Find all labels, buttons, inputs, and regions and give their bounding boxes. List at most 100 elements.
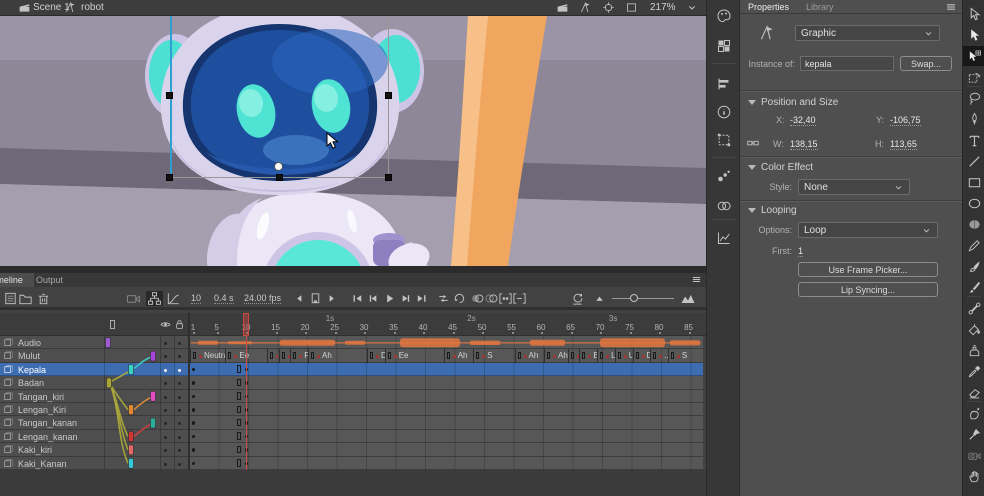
pin-tool[interactable] bbox=[963, 424, 984, 444]
layer-visibility-dot[interactable] bbox=[164, 436, 167, 439]
h-value[interactable]: 113,65 bbox=[890, 139, 917, 150]
instance-name-field[interactable]: kepala bbox=[800, 56, 894, 71]
mouth-keyframe-segment[interactable]: Neutral bbox=[190, 349, 225, 362]
modify-markers-icon[interactable] bbox=[512, 291, 527, 306]
mouth-keyframe-segment[interactable]: F bbox=[290, 349, 308, 362]
tab-properties[interactable]: Properties bbox=[748, 2, 789, 12]
eyedropper-tool[interactable] bbox=[963, 361, 984, 381]
timeline-ruler[interactable]: 1s2s3s1510152025303540455055606570758085 bbox=[190, 313, 706, 336]
brush-library-panel-icon[interactable] bbox=[716, 168, 732, 184]
layer-lock-dot[interactable] bbox=[178, 342, 181, 345]
selection-handle-bottom-left[interactable] bbox=[166, 174, 173, 181]
layer-visibility-dot[interactable] bbox=[164, 382, 167, 385]
layer-visibility-dot[interactable] bbox=[164, 355, 167, 358]
text-tool[interactable] bbox=[963, 130, 984, 150]
scene-clapperboard-icon[interactable] bbox=[18, 1, 31, 14]
edit-multiple-frames-icon[interactable] bbox=[498, 291, 513, 306]
layer-lock-dot[interactable] bbox=[178, 382, 181, 385]
hand-tool[interactable] bbox=[963, 466, 984, 486]
align-panel-icon[interactable] bbox=[716, 76, 732, 92]
layer-lock-dot[interactable] bbox=[178, 463, 181, 466]
next-marker-icon[interactable] bbox=[324, 291, 339, 306]
mouth-keyframe-segment[interactable]: M bbox=[568, 349, 580, 362]
bone-tool[interactable] bbox=[963, 298, 984, 318]
camera-icon[interactable] bbox=[126, 291, 141, 306]
mouth-keyframe-segment[interactable]: Ah bbox=[444, 349, 474, 362]
graph-view-icon[interactable] bbox=[166, 291, 181, 306]
swatches-panel-icon[interactable] bbox=[716, 38, 732, 54]
edit-symbols-menu-icon[interactable] bbox=[579, 1, 592, 14]
frame-row-kaki_kiri[interactable] bbox=[190, 443, 703, 456]
style-dropdown[interactable]: None bbox=[798, 179, 910, 195]
looping-header[interactable]: Looping bbox=[748, 205, 797, 216]
frame-row-badan[interactable] bbox=[190, 376, 703, 389]
layer-visibility-dot[interactable] bbox=[164, 396, 167, 399]
timeline-panel-menu-icon[interactable] bbox=[690, 273, 703, 286]
transform-panel-icon[interactable] bbox=[716, 132, 732, 148]
mouth-keyframe-segment[interactable]: S bbox=[668, 349, 703, 362]
info-panel-icon[interactable] bbox=[716, 104, 732, 120]
new-layer-icon[interactable] bbox=[3, 291, 18, 306]
play-icon[interactable] bbox=[382, 291, 397, 306]
ink-bottle-tool[interactable] bbox=[963, 340, 984, 360]
prev-frame-icon[interactable] bbox=[366, 291, 381, 306]
layer-visibility-dot[interactable] bbox=[164, 463, 167, 466]
new-folder-icon[interactable] bbox=[18, 291, 33, 306]
symbol-type-dropdown[interactable]: Graphic bbox=[795, 25, 940, 41]
mouth-keyframe-segment[interactable]: E bbox=[579, 349, 597, 362]
selection-handle-right[interactable] bbox=[385, 92, 392, 99]
subselection-tool[interactable] bbox=[963, 25, 984, 45]
paint-brush-tool[interactable] bbox=[963, 256, 984, 276]
asset-warp-tool[interactable] bbox=[963, 46, 984, 66]
mouth-keyframe-segment[interactable]: Ah bbox=[308, 349, 367, 362]
frame-picker-panel-icon[interactable] bbox=[716, 230, 732, 246]
layer-lock-dot[interactable] bbox=[178, 436, 181, 439]
playhead[interactable] bbox=[243, 313, 249, 470]
parent-view-icon[interactable] bbox=[146, 291, 163, 306]
layer-lock-dot[interactable] bbox=[178, 449, 181, 452]
center-stage-icon[interactable] bbox=[602, 1, 615, 14]
first-frame-value[interactable]: 1 bbox=[798, 246, 803, 257]
timeline-zoom-knob[interactable] bbox=[630, 294, 638, 302]
last-frame-icon[interactable] bbox=[414, 291, 429, 306]
selection-handle-left[interactable] bbox=[166, 92, 173, 99]
playhead-marker[interactable] bbox=[243, 313, 249, 336]
mouth-keyframe-segment[interactable]: L bbox=[597, 349, 615, 362]
color-effect-header[interactable]: Color Effect bbox=[748, 162, 813, 173]
frame-row-mulut[interactable]: NeutralEeDEFAhDEeAhSAhAhMELUhD..S bbox=[190, 349, 703, 362]
use-frame-picker-button[interactable]: Use Frame Picker... bbox=[798, 262, 938, 277]
frame-row-tangan_kanan[interactable] bbox=[190, 416, 703, 429]
tab-timeline[interactable]: Timeline bbox=[0, 273, 34, 287]
frame-row-tangan_kiri[interactable] bbox=[190, 390, 703, 403]
clapperboard-menu-icon[interactable] bbox=[556, 1, 569, 14]
zoom-out-timeline-icon[interactable] bbox=[592, 291, 607, 306]
free-transform-tool[interactable] bbox=[963, 67, 984, 87]
asset-sculpt-tool[interactable] bbox=[963, 403, 984, 423]
clip-content-icon[interactable] bbox=[625, 1, 638, 14]
frame-row-lengan_kiri[interactable] bbox=[190, 403, 703, 416]
next-frame-icon[interactable] bbox=[398, 291, 413, 306]
selection-handle-bottom-center[interactable] bbox=[276, 174, 283, 181]
elapsed-time-value[interactable]: 0.4 s bbox=[214, 293, 234, 304]
parent-column-header-icon[interactable] bbox=[106, 318, 119, 331]
rectangle-tool[interactable] bbox=[963, 172, 984, 192]
current-frame-value[interactable]: 10 bbox=[191, 293, 201, 304]
properties-panel-menu-icon[interactable] bbox=[944, 0, 958, 14]
mouth-keyframe-segment[interactable]: Ee bbox=[385, 349, 444, 362]
pen-tool[interactable] bbox=[963, 109, 984, 129]
layer-visibility-dot[interactable] bbox=[164, 369, 167, 372]
y-value[interactable]: -106,75 bbox=[890, 115, 921, 126]
layer-visibility-dot[interactable] bbox=[164, 422, 167, 425]
layer-lock-dot[interactable] bbox=[178, 409, 181, 412]
paint-bucket-tool[interactable] bbox=[963, 319, 984, 339]
edit-symbol-icon[interactable] bbox=[64, 1, 77, 14]
flip-frames-icon[interactable] bbox=[436, 291, 451, 306]
position-size-header[interactable]: Position and Size bbox=[748, 97, 838, 108]
loop-options-dropdown[interactable]: Loop bbox=[798, 222, 938, 238]
eraser-tool[interactable] bbox=[963, 382, 984, 402]
onion-outline-icon[interactable] bbox=[484, 291, 499, 306]
classic-brush-tool[interactable] bbox=[963, 277, 984, 297]
color-panel-icon[interactable] bbox=[716, 8, 732, 24]
mouth-keyframe-segment[interactable]: E bbox=[279, 349, 291, 362]
w-value[interactable]: 138,15 bbox=[790, 139, 818, 150]
